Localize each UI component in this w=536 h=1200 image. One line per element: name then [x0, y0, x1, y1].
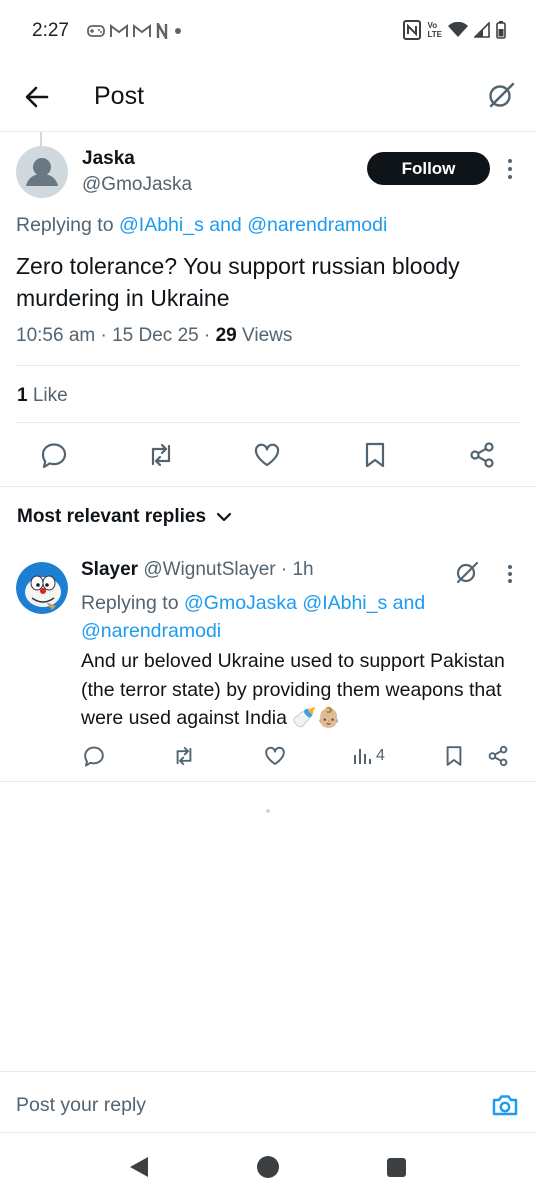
signal-icon [474, 22, 490, 38]
gmail-icon [109, 24, 128, 37]
n-icon [156, 23, 168, 39]
more-vertical-icon [508, 159, 512, 179]
like-button[interactable] [252, 440, 282, 470]
top-app-bar: Post [0, 62, 536, 132]
share-button[interactable] [467, 440, 497, 470]
more-options-button[interactable] [500, 563, 520, 585]
post-text: Zero tolerance? You support russian bloo… [16, 253, 460, 311]
reply-views-count: 4 [376, 747, 385, 764]
dot-icon [174, 28, 181, 34]
share-icon [488, 745, 508, 767]
views-label: Views [236, 325, 293, 346]
replying-prefix: Replying to [16, 214, 119, 236]
battery-icon [496, 21, 506, 39]
arrow-left-icon [25, 86, 49, 108]
views-count: 29 [215, 325, 237, 346]
views-button[interactable]: 4 [352, 744, 385, 768]
repost-icon [151, 443, 171, 467]
more-vertical-icon [508, 565, 512, 583]
author-name[interactable]: Jaska [82, 148, 135, 170]
like-icon [265, 746, 285, 765]
bookmark-icon [365, 442, 385, 468]
replying-to: Replying to @GmoJaska @IAbhi_s and @nare… [81, 589, 511, 645]
volte-bottom: LTE [427, 30, 442, 39]
post-timestamp[interactable]: 10:56 am · 15 Dec 25 · [16, 325, 216, 346]
cartoon-avatar-icon [16, 562, 68, 614]
system-icons: Vo LTE [403, 20, 506, 40]
reply-text: And ur beloved Ukraine used to support P… [81, 650, 505, 729]
notification-icons [87, 23, 183, 39]
more-options-button[interactable] [500, 156, 520, 182]
grok-icon [489, 82, 515, 108]
camera-icon [492, 1095, 518, 1116]
page-title: Post [94, 82, 145, 110]
avatar[interactable] [16, 146, 68, 198]
grok-icon [456, 561, 479, 584]
like-icon [254, 443, 280, 467]
nav-home-icon[interactable] [257, 1156, 279, 1178]
analytics-icon [354, 749, 371, 764]
volte-top: Vo [427, 21, 438, 30]
reply-author-handle[interactable]: @WignutSlayer · 1h [138, 559, 313, 580]
repost-button[interactable] [172, 744, 196, 768]
nfc-icon [403, 20, 422, 40]
divider [0, 486, 536, 487]
like-button[interactable] [263, 744, 287, 768]
replies-sort-dropdown[interactable]: Most relevant replies [17, 506, 232, 528]
grok-button[interactable] [486, 80, 516, 110]
nav-back-icon[interactable] [128, 1156, 150, 1178]
reply-button[interactable] [39, 440, 69, 470]
bookmark-icon [446, 746, 462, 766]
system-nav-bar [0, 1134, 536, 1200]
share-button[interactable] [486, 744, 510, 768]
mention-link[interactable]: @narendramodi [247, 214, 387, 236]
replying-and: and [203, 214, 248, 236]
mention-link[interactable]: @IAbhi_s [119, 214, 204, 236]
camera-button[interactable] [490, 1090, 520, 1120]
replying-prefix: Replying to [81, 592, 184, 614]
thread-connector [40, 132, 42, 146]
sort-label: Most relevant replies [17, 506, 207, 527]
nav-recents-icon[interactable] [387, 1158, 406, 1177]
gamepad-icon [87, 25, 105, 37]
follow-button[interactable]: Follow [367, 152, 490, 185]
divider [16, 422, 520, 423]
likes-label: Like [27, 385, 68, 406]
likes-stat[interactable]: 1 Like [17, 385, 68, 407]
repost-icon [176, 747, 192, 765]
post-meta: 10:56 am · 15 Dec 25 · 29 Views [16, 325, 292, 347]
reply-author-name[interactable]: Slayer [81, 559, 138, 580]
reply-header: Slayer @WignutSlayer · 1h [81, 559, 314, 581]
loading-indicator [266, 809, 270, 813]
gmail-icon [132, 24, 151, 37]
reply-icon [84, 746, 104, 767]
likes-count: 1 [17, 385, 28, 406]
bookmark-button[interactable] [360, 440, 390, 470]
wifi-icon [448, 22, 468, 37]
status-bar: 2:27 Vo LTE [0, 0, 536, 62]
avatar[interactable] [16, 562, 68, 614]
reply-composer: Post your reply [0, 1071, 536, 1133]
default-avatar-icon [26, 158, 58, 186]
divider [16, 365, 520, 366]
reply-post[interactable]: Slayer @WignutSlayer · 1h Replying to @G… [0, 548, 536, 782]
reply-button[interactable] [82, 744, 106, 768]
back-button[interactable] [22, 82, 52, 112]
reply-icon [41, 443, 67, 469]
status-time: 2:27 [32, 20, 69, 41]
bookmark-button[interactable] [442, 744, 466, 768]
share-icon [470, 442, 494, 468]
chevron-down-icon [216, 512, 232, 522]
repost-button[interactable] [146, 440, 176, 470]
volte-icon: Vo LTE [427, 21, 442, 39]
replying-to: Replying to @IAbhi_s and @narendramodi [16, 214, 387, 237]
author-handle[interactable]: @GmoJaska [82, 174, 192, 196]
reply-input[interactable]: Post your reply [16, 1094, 146, 1117]
grok-button[interactable] [454, 559, 480, 585]
